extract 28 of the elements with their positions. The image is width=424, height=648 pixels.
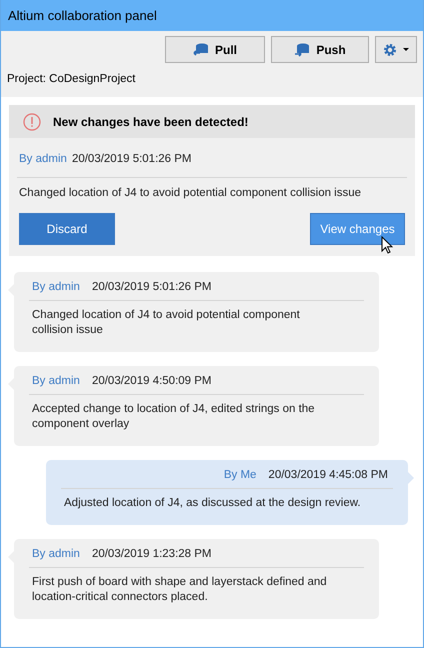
pull-button[interactable]: Pull xyxy=(165,36,265,63)
message-text: Changed location of J4 to avoid potential component collision issue xyxy=(31,308,301,338)
alert-title: New changes have been detected! xyxy=(53,114,248,128)
timestamp: 20/03/2019 5:01:26 PM xyxy=(72,153,192,165)
database-arrow-icon xyxy=(192,42,209,56)
push-button[interactable]: Push xyxy=(271,36,369,63)
author-link[interactable]: By Me xyxy=(224,469,256,481)
settings-dropdown-button[interactable] xyxy=(375,36,417,63)
settings-icon xyxy=(383,42,397,56)
timestamp: 20/03/2019 4:50:09 PM xyxy=(92,375,212,387)
author-link[interactable]: By admin xyxy=(32,281,80,293)
timestamp: 20/03/2019 5:01:26 PM xyxy=(92,281,212,293)
window-title: Altium collaboration panel xyxy=(1,0,423,31)
cursor-icon xyxy=(381,236,393,254)
message-text: Adjusted location of J4, as discussed at the design review. xyxy=(63,496,362,511)
discard-button[interactable]: Discard xyxy=(19,213,115,245)
change-description: Changed location of J4 to avoid potential component collision issue xyxy=(18,186,362,201)
database-arrow-icon xyxy=(294,42,310,56)
author-link[interactable]: By admin xyxy=(19,153,67,165)
project-label: Project: CoDesignProject xyxy=(7,72,136,87)
author-link[interactable]: By admin xyxy=(32,375,80,387)
message-text: First push of board with shape and layerstack defined and location-critical connectors placed. xyxy=(31,575,328,605)
caret-icon xyxy=(403,48,409,52)
warning-icon xyxy=(23,112,41,130)
timestamp: 20/03/2019 4:45:08 PM xyxy=(268,469,388,481)
message-text: Accepted change to location of J4, edited strings on the component overlay xyxy=(31,402,316,432)
timestamp: 20/03/2019 1:23:28 PM xyxy=(92,548,212,560)
author-link[interactable]: By admin xyxy=(32,548,80,560)
